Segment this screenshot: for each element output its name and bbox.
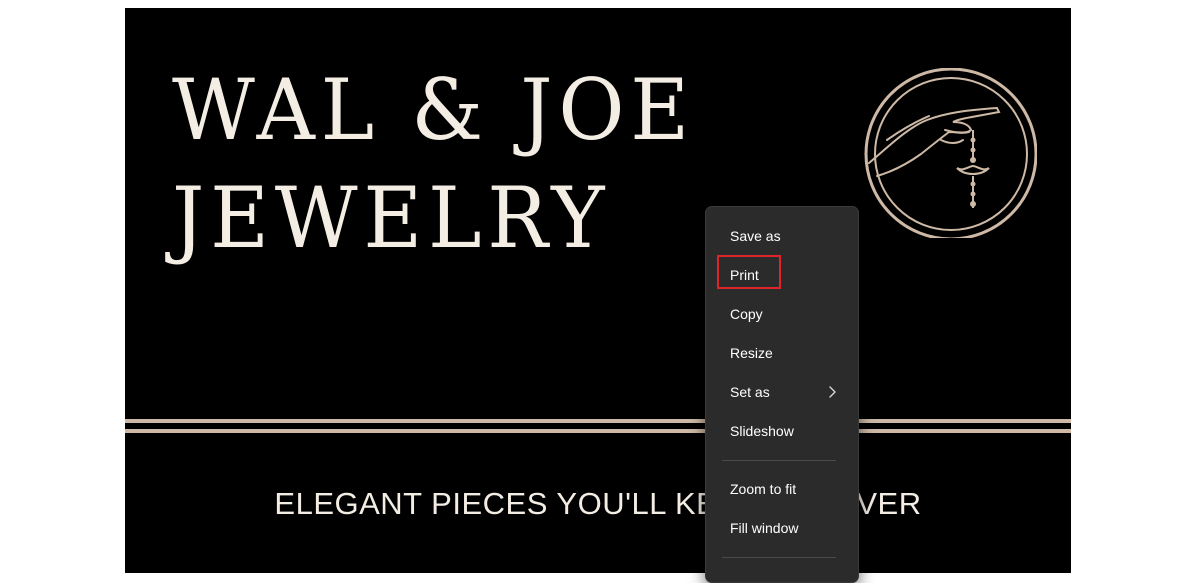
decorative-stripes <box>125 419 1071 439</box>
menu-item-set-as[interactable]: Set as <box>710 375 854 409</box>
menu-item-fill-window[interactable]: Fill window <box>710 511 854 545</box>
menu-item-slideshow[interactable]: Slideshow <box>710 414 854 448</box>
menu-item-zoom-to-fit[interactable]: Zoom to fit <box>710 472 854 506</box>
screenshot-canvas: WAL & JOE JEWELRY ELEGANT PIECES YOU'LL … <box>0 0 1200 583</box>
stripe-bottom <box>125 429 1071 433</box>
menu-item-label: Print <box>730 267 759 283</box>
menu-item-label: Resize <box>730 345 773 361</box>
menu-item-print[interactable]: Print <box>710 258 854 292</box>
menu-item-label: Zoom to fit <box>730 481 797 497</box>
hand-holding-necklace-icon <box>864 68 1037 238</box>
image-viewer-photo: WAL & JOE JEWELRY ELEGANT PIECES YOU'LL … <box>125 8 1071 573</box>
context-menu: Save as Print Copy Resize Set as Slidesh… <box>705 206 859 583</box>
brand-title-line-2: JEWELRY <box>172 169 611 267</box>
menu-item-label: Slideshow <box>730 423 794 439</box>
stripe-top <box>125 419 1071 423</box>
menu-item-save-as[interactable]: Save as <box>710 219 854 253</box>
menu-item-label: Set as <box>730 384 770 400</box>
menu-item-resize[interactable]: Resize <box>710 336 854 370</box>
menu-divider <box>722 460 836 461</box>
brand-title-line-1: WAL & JOE <box>172 61 695 159</box>
menu-divider <box>722 557 836 558</box>
menu-item-label: Save as <box>730 228 781 244</box>
menu-item-copy[interactable]: Copy <box>710 297 854 331</box>
menu-item-label: Copy <box>730 306 763 322</box>
chevron-right-icon <box>829 386 836 398</box>
menu-item-label: Fill window <box>730 520 799 536</box>
brand-tagline: ELEGANT PIECES YOU'LL KEEP FOREVER <box>274 486 922 521</box>
